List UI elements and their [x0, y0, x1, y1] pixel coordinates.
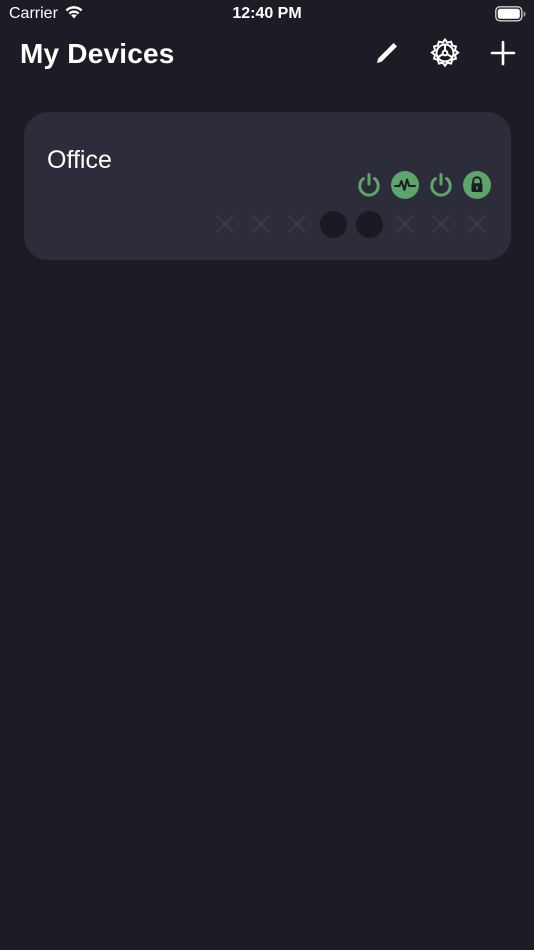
lock-icon [463, 171, 491, 199]
port-inactive-icon [283, 210, 311, 238]
power-icon [427, 171, 455, 199]
plus-icon [490, 40, 516, 71]
nav-header: My Devices [0, 34, 534, 78]
port-active-dot [319, 210, 347, 238]
device-name: Office [47, 146, 112, 174]
port-status-row [211, 210, 491, 238]
port-inactive-icon [427, 210, 455, 238]
device-status-icons [355, 171, 491, 199]
gear-icon [429, 37, 461, 74]
edit-button[interactable] [370, 38, 404, 72]
pencil-icon [374, 40, 400, 71]
port-inactive-icon [463, 210, 491, 238]
port-inactive-icon [247, 210, 275, 238]
device-card-office[interactable]: Office [24, 112, 511, 260]
port-active-dot [355, 210, 383, 238]
battery-icon [495, 6, 527, 27]
power-icon [355, 171, 383, 199]
clock: 12:40 PM [232, 5, 302, 22]
activity-icon [391, 171, 419, 199]
settings-button[interactable] [428, 37, 462, 74]
port-inactive-icon [391, 210, 419, 238]
status-bar: Carrier 12:40 PM [0, 0, 534, 28]
port-inactive-icon [211, 210, 239, 238]
page-title: My Devices [20, 38, 175, 69]
add-button[interactable] [486, 38, 520, 72]
